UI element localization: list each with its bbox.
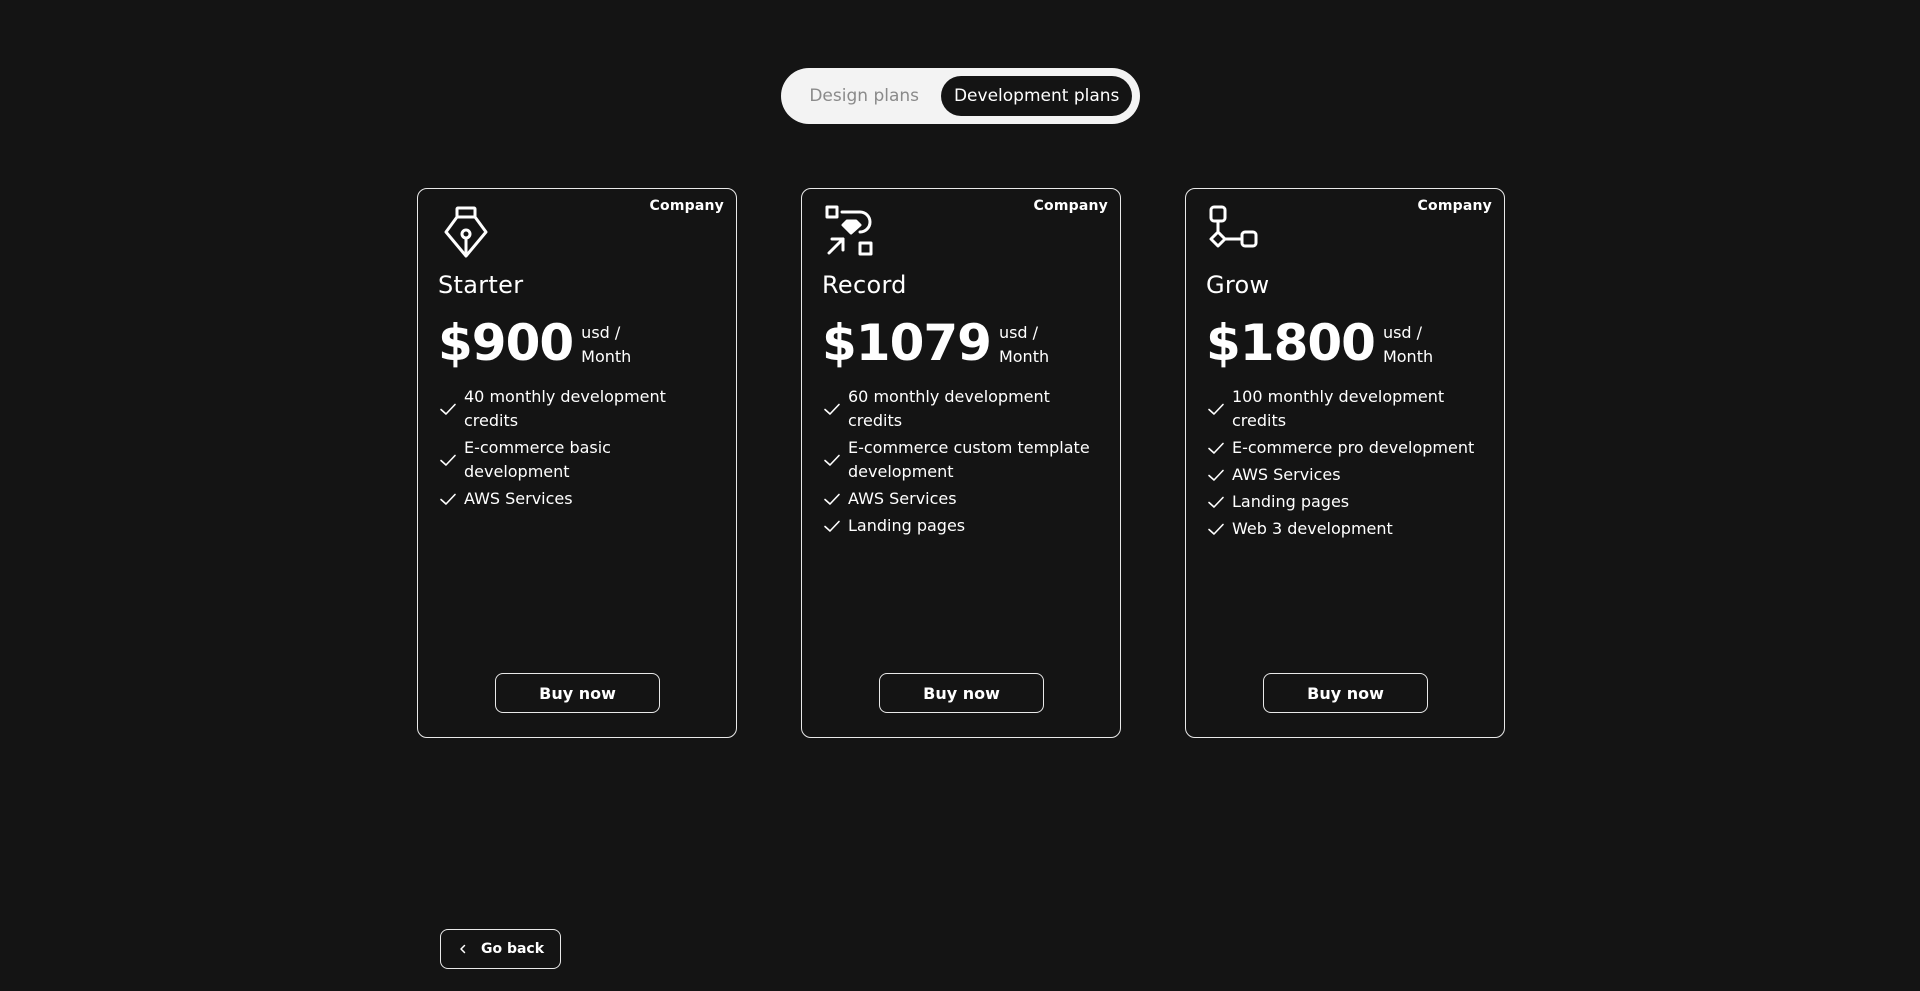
buy-now-button[interactable]: Buy now bbox=[879, 673, 1044, 713]
tab-design-plans[interactable]: Design plans bbox=[789, 76, 939, 116]
buy-now-button[interactable]: Buy now bbox=[1263, 673, 1428, 713]
feature-label: AWS Services bbox=[848, 489, 957, 508]
feature-label: Landing pages bbox=[848, 516, 966, 535]
chevron-left-icon bbox=[457, 943, 469, 955]
feature-label: E-commerce pro development bbox=[1232, 438, 1475, 457]
feature-item: AWS Services bbox=[1206, 463, 1486, 487]
plan-name: Grow bbox=[1206, 271, 1270, 299]
feature-item: E-commerce pro development bbox=[1206, 436, 1486, 460]
feature-item: Web 3 development bbox=[1206, 517, 1486, 541]
feature-item: AWS Services bbox=[438, 487, 718, 511]
plan-type-toggle: Design plans Development plans bbox=[781, 68, 1140, 124]
check-icon bbox=[1206, 438, 1226, 458]
feature-item: AWS Services bbox=[822, 487, 1102, 511]
check-icon bbox=[822, 516, 842, 536]
plan-price: $900 bbox=[438, 314, 574, 372]
price-row: $1800 usd / Month bbox=[1206, 313, 1443, 373]
check-icon bbox=[822, 489, 842, 509]
go-back-button[interactable]: Go back bbox=[440, 929, 561, 969]
feature-label: Web 3 development bbox=[1232, 519, 1393, 538]
feature-label: AWS Services bbox=[464, 489, 573, 508]
go-back-label: Go back bbox=[480, 941, 545, 957]
feature-list: 100 monthly development credits E-commer… bbox=[1206, 385, 1486, 544]
check-icon bbox=[1206, 465, 1226, 485]
workflow-icon bbox=[822, 203, 878, 259]
price-row: $900 usd / Month bbox=[438, 313, 641, 373]
feature-label: Landing pages bbox=[1232, 492, 1350, 511]
price-unit: usd / Month bbox=[1383, 321, 1443, 369]
feature-item: E-commerce custom template development bbox=[822, 436, 1102, 484]
plan-price: $1800 bbox=[1206, 314, 1376, 372]
plan-price: $1079 bbox=[822, 314, 992, 372]
feature-item: 100 monthly development credits bbox=[1206, 385, 1486, 433]
price-unit-currency: usd / bbox=[1382, 323, 1423, 342]
price-unit-currency: usd / bbox=[998, 323, 1039, 342]
price-unit-currency: usd / bbox=[581, 323, 621, 342]
plan-card-grow: Company Grow $1800 usd / Month 100 month… bbox=[1185, 188, 1505, 738]
plan-badge: Company bbox=[649, 198, 724, 214]
price-unit: usd / Month bbox=[999, 321, 1059, 369]
price-unit: usd / Month bbox=[581, 321, 641, 369]
feature-label: E-commerce custom template development bbox=[848, 438, 1090, 481]
feature-item: Landing pages bbox=[822, 514, 1102, 538]
check-icon bbox=[438, 399, 458, 419]
plan-card-record: Company Record $1079 usd / Month 60 mont… bbox=[801, 188, 1121, 738]
plan-badge: Company bbox=[1417, 198, 1492, 214]
tab-development-plans[interactable]: Development plans bbox=[941, 76, 1132, 116]
price-row: $1079 usd / Month bbox=[822, 313, 1059, 373]
feature-item: E-commerce basic development bbox=[438, 436, 718, 484]
check-icon bbox=[438, 489, 458, 509]
feature-item: 60 monthly development credits bbox=[822, 385, 1102, 433]
feature-label: 100 monthly development credits bbox=[1232, 387, 1445, 430]
check-icon bbox=[822, 450, 842, 470]
check-icon bbox=[438, 450, 458, 470]
feature-item: 40 monthly development credits bbox=[438, 385, 718, 433]
feature-label: E-commerce basic development bbox=[464, 438, 611, 481]
buy-now-button[interactable]: Buy now bbox=[495, 673, 660, 713]
check-icon bbox=[1206, 519, 1226, 539]
check-icon bbox=[822, 399, 842, 419]
check-icon bbox=[1206, 399, 1226, 419]
feature-label: AWS Services bbox=[1232, 465, 1341, 484]
check-icon bbox=[1206, 492, 1226, 512]
node-tree-icon bbox=[1206, 203, 1262, 259]
pen-tool-icon bbox=[438, 203, 494, 259]
price-unit-period: Month bbox=[1382, 347, 1434, 366]
feature-label: 40 monthly development credits bbox=[464, 387, 666, 430]
plan-card-starter: Company Starter $900 usd / Month 40 mont… bbox=[417, 188, 737, 738]
plan-name: Record bbox=[822, 271, 907, 299]
feature-list: 60 monthly development credits E-commerc… bbox=[822, 385, 1102, 541]
plan-badge: Company bbox=[1033, 198, 1108, 214]
feature-item: Landing pages bbox=[1206, 490, 1486, 514]
feature-label: 60 monthly development credits bbox=[848, 387, 1050, 430]
plan-name: Starter bbox=[438, 271, 524, 299]
feature-list: 40 monthly development credits E-commerc… bbox=[438, 385, 718, 514]
price-unit-period: Month bbox=[581, 347, 632, 366]
price-unit-period: Month bbox=[998, 347, 1050, 366]
